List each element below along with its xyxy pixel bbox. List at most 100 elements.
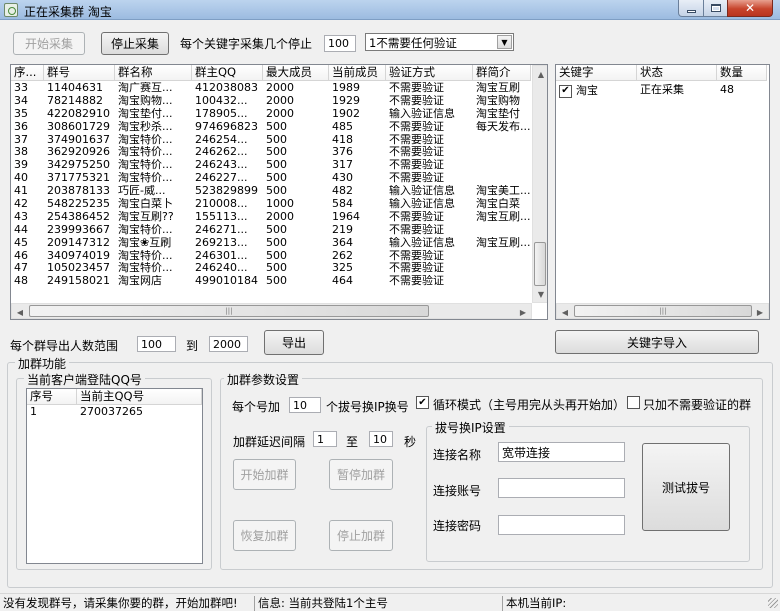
scroll-down-icon[interactable]: ▼ [533,286,547,302]
export-to-input[interactable] [209,336,248,352]
table-row[interactable]: 36 308601729 淘宝秒杀... 974696823 500 485 不需要验证 每天… [11,121,531,134]
start-collect-button[interactable]: 开始采集 [13,32,85,55]
scroll-right-icon[interactable]: ▶ [515,304,531,319]
table-cell: 412038083 [195,82,258,94]
groups-vscroll-thumb[interactable] [534,242,546,286]
table-row[interactable]: 48 249158021 淘宝网店 499010184 500 464 不需要验证 [11,275,531,288]
table-cell: 淘宝秒杀... [118,120,173,133]
keyword-status: 正在采集 [640,84,684,96]
conn-password-input[interactable] [498,515,625,535]
table-cell: 淘宝❀互刷 [118,236,172,249]
export-button[interactable]: 导出 [264,330,324,355]
keywords-table[interactable]: 关键字 状态 数量 ✔ 淘宝 正在采集 48 ◀ ||| ▶ [555,64,770,320]
groups-col-header[interactable]: 序... [11,65,44,80]
table-row[interactable]: 39 342975250 淘宝特价... 246243... 500 317 不需要验证 [11,159,531,172]
groups-hscrollbar[interactable]: ◀ ||| ▶ [11,303,532,319]
groups-hscroll-thumb[interactable]: ||| [29,305,429,317]
table-row[interactable]: 47 105023457 淘宝特价... 246240... 500 325 不需要验证 [11,262,531,275]
table-cell: 254386452 [47,210,110,223]
resume-join-button[interactable]: 恢复加群 [233,520,296,551]
groups-col-header[interactable]: 验证方式 [386,65,473,80]
keyword-checkbox[interactable]: ✔ [559,84,572,98]
close-button[interactable]: ✕ [727,0,773,17]
scroll-left-icon[interactable]: ◀ [12,304,28,319]
table-row[interactable]: 41 203878133 巧匠-威... 523829899 500 482 输入验证信息 淘… [11,185,531,198]
minimize-button[interactable] [678,0,704,17]
stop-after-input[interactable] [324,35,356,52]
chevron-down-icon[interactable]: ▼ [497,35,512,49]
table-cell: 输入验证信息 [389,236,455,249]
conn-account-input[interactable] [498,478,625,498]
table-cell: 淘宝互刷 [476,82,520,94]
list-item[interactable]: ✔ 淘宝 正在采集 48 [556,84,767,98]
table-cell: 2000 [266,107,294,120]
keywords-col-header[interactable]: 状态 [637,65,717,80]
table-row[interactable]: 37 374901637 淘宝特价... 246254... 500 418 不需要验证 [11,134,531,147]
table-cell: 淘宝特价... [118,133,173,146]
verify-select[interactable]: 1不需要任何验证 ▼ [365,33,514,51]
table-row[interactable]: 33 11404631 淘广赛互... 412038083 2000 1989 不需要验证 淘… [11,82,531,95]
loop-mode-checkbox[interactable]: ✔ [416,396,429,409]
table-cell: 246262... [195,146,248,159]
table-cell: 210008... [195,198,248,211]
table-cell: 270037265 [80,406,143,418]
groups-table[interactable]: 序... 群号 群名称 群主QQ 最大成员 当前成员 验证方式 群简介 33 11404631 淘… [10,64,548,320]
table-cell [473,250,531,263]
keywords-hscroll-thumb[interactable]: ||| [574,305,752,317]
conn-name-input[interactable] [498,442,625,462]
table-row[interactable]: 38 362920926 淘宝特价... 246262... 500 376 不需要验证 [11,146,531,159]
groups-col-header[interactable]: 当前成员 [329,65,386,80]
resize-grip-icon[interactable] [768,598,778,608]
groups-col-header[interactable]: 群主QQ [192,65,263,80]
start-join-button[interactable]: 开始加群 [233,459,296,490]
accounts-table[interactable]: 序号 当前主QQ号 1 270037265 [26,388,203,564]
groups-vscrollbar[interactable]: ▲ ▼ [532,65,547,303]
groups-col-header[interactable]: 群名称 [115,65,192,80]
accounts-table-header: 序号 当前主QQ号 [27,389,202,405]
scroll-up-icon[interactable]: ▲ [533,66,547,82]
keywords-col-header[interactable]: 关键字 [556,65,637,80]
table-cell [473,224,531,237]
table-row[interactable]: 46 340974019 淘宝特价... 246301... 500 262 不需要验证 [11,250,531,263]
table-cell: 269213... [195,236,248,249]
scroll-left-icon[interactable]: ◀ [557,304,573,319]
scroll-right-icon[interactable]: ▶ [752,304,768,319]
table-row[interactable]: 42 548225235 淘宝白菜卜 210008... 1000 584 输入验证信息 淘宝… [11,198,531,211]
per-number-input[interactable] [289,397,321,413]
table-cell: 308601729 [47,120,110,133]
groups-col-header[interactable]: 最大成员 [263,65,329,80]
delay-to-input[interactable] [369,431,393,447]
table-cell: 246271... [195,223,248,236]
groups-col-header[interactable]: 群号 [44,65,115,80]
maximize-icon [710,4,721,12]
stop-collect-button[interactable]: 停止采集 [101,32,169,55]
keyword-count: 48 [720,84,734,96]
table-cell: 淘宝特价... [118,159,173,172]
keyword-import-button[interactable]: 关键字导入 [555,330,759,354]
table-row[interactable]: 43 254386452 淘宝互刷?? 155113... 2000 1964 不需要验证 淘… [11,211,531,224]
export-from-input[interactable] [137,336,176,352]
accounts-col-header[interactable]: 当前主QQ号 [77,389,202,404]
table-row[interactable]: 40 371775321 淘宝特价... 246227... 500 430 不需要验证 [11,172,531,185]
delay-from-input[interactable] [313,431,337,447]
keywords-hscrollbar[interactable]: ◀ ||| ▶ [556,303,769,319]
test-dialup-button[interactable]: 测试拔号 [642,443,730,531]
table-row[interactable]: 34 78214882 淘宝购物... 100432... 2000 1929 不需要验证 淘… [11,95,531,108]
pause-join-button[interactable]: 暂停加群 [329,459,393,490]
accounts-col-header[interactable]: 序号 [27,389,77,404]
groups-col-header[interactable]: 群简介 [473,65,531,80]
table-row[interactable]: 45 209147312 淘宝❀互刷 269213... 500 364 输入验证信息 淘宝互… [11,237,531,250]
keywords-col-header[interactable]: 数量 [717,65,767,80]
table-cell: 不需要验证 [389,120,444,133]
table-cell: 974696823 [195,120,258,133]
stop-join-button[interactable]: 停止加群 [329,520,393,551]
maximize-button[interactable] [703,0,728,17]
table-row[interactable]: 1 270037265 [27,406,202,420]
table-cell: 362920926 [47,146,110,159]
title-bar: 正在采集群 淘宝 ✕ [0,0,780,20]
only-no-verify-checkbox[interactable] [627,396,640,409]
table-row[interactable]: 44 239993667 淘宝特价... 246271... 500 219 不需要验证 [11,224,531,237]
table-cell: 44 [14,223,28,236]
table-row[interactable]: 35 422082910 淘宝垫付... 178905... 2000 1902 输入验证信… [11,108,531,121]
loop-mode-label: 循环模式（主号用完从头再开始加） [433,398,626,412]
